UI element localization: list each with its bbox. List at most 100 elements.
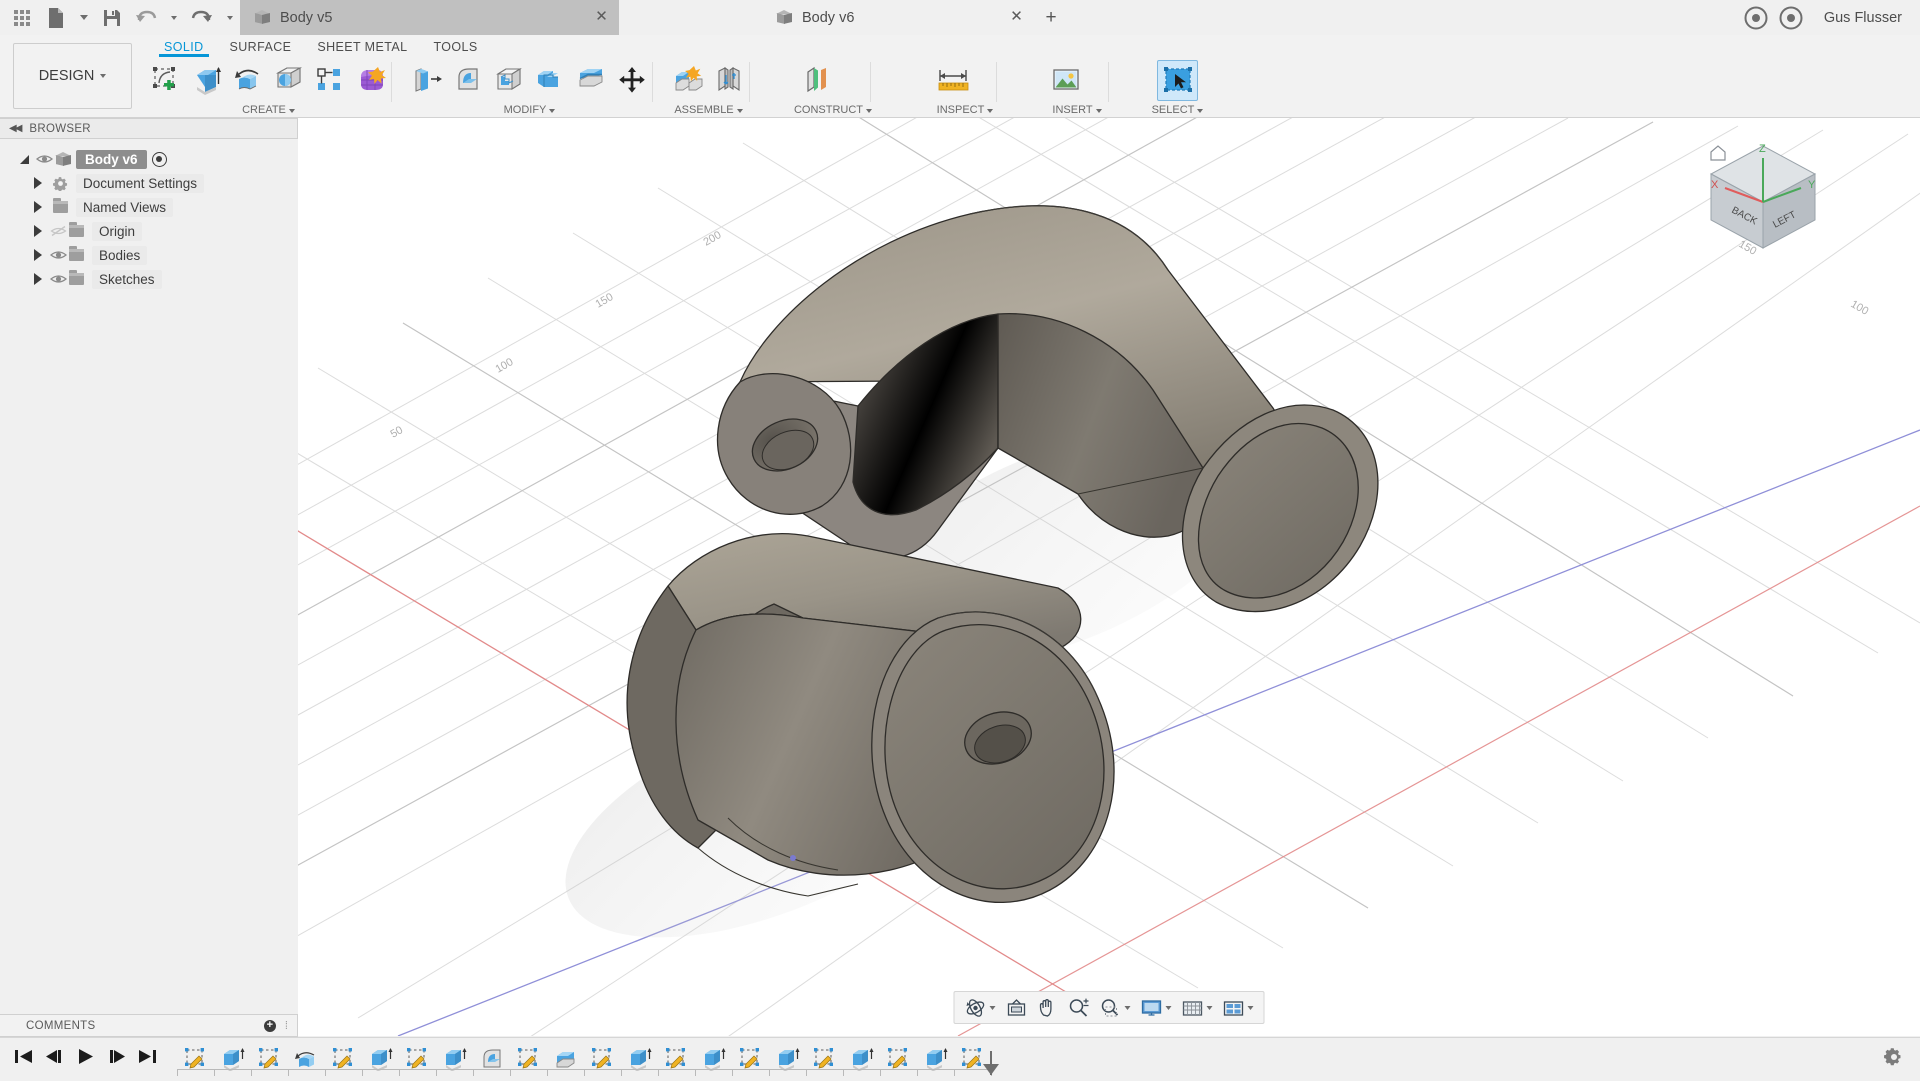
sphere-icon[interactable] (268, 60, 309, 101)
browser-header[interactable]: ◀◀ BROWSER (0, 118, 298, 139)
tab-tools[interactable]: TOOLS (420, 40, 490, 57)
expand-triangle-icon[interactable] (28, 273, 48, 285)
tree-item-bodies[interactable]: Bodies (0, 243, 298, 267)
pattern-icon[interactable] (309, 60, 350, 101)
extensions-icon[interactable] (1740, 2, 1772, 33)
extrude-icon[interactable] (186, 60, 227, 101)
insert-image-icon[interactable] (1045, 60, 1086, 101)
activate-component-radio[interactable] (152, 152, 167, 167)
visibility-eye-off-icon[interactable] (48, 225, 69, 237)
tab-solid[interactable]: SOLID (151, 40, 217, 57)
visibility-eye-icon[interactable] (48, 273, 69, 285)
timeline-tick (769, 1070, 770, 1076)
double-left-arrow-icon[interactable]: ◀◀ (9, 123, 20, 134)
expand-triangle-icon[interactable] (28, 177, 48, 189)
timeline-track[interactable] (177, 1069, 991, 1076)
redo-icon[interactable] (186, 2, 218, 33)
panel-divider (652, 62, 653, 102)
user-name-label[interactable]: Gus Flusser (1824, 10, 1902, 26)
close-icon[interactable]: ✕ (595, 11, 608, 24)
chevron-down-icon (100, 74, 106, 78)
document-tab-body-v5[interactable]: Body v5 ✕ (240, 0, 619, 35)
press-pull-icon[interactable] (406, 60, 447, 101)
visibility-eye-icon[interactable] (34, 153, 55, 165)
panel-label-inspect[interactable]: INSPECT (909, 103, 1021, 118)
grid-snaps-icon[interactable] (1178, 993, 1217, 1022)
revolve-icon[interactable] (227, 60, 268, 101)
plus-circle-icon[interactable]: + (264, 1020, 276, 1032)
panel-label-construct[interactable]: CONSTRUCT (757, 103, 909, 118)
undo-dropdown-caret-icon[interactable] (164, 2, 184, 33)
chevron-down-icon (1207, 1006, 1213, 1010)
tree-item-origin[interactable]: Origin (0, 219, 298, 243)
panel-label-select[interactable]: SELECT (1133, 103, 1222, 118)
step-back-icon[interactable] (45, 1048, 64, 1070)
tree-item-body-v6[interactable]: Body v6 (0, 147, 298, 171)
tree-item-named-views[interactable]: Named Views (0, 195, 298, 219)
viewport-canvas[interactable]: 200 150 100 50 0 150 100 50 0 (298, 118, 1920, 1036)
visibility-eye-icon[interactable] (48, 249, 69, 261)
play-icon[interactable] (76, 1048, 95, 1070)
orbit-icon[interactable] (961, 993, 1000, 1022)
chevron-down-icon (1197, 109, 1203, 113)
save-icon[interactable] (96, 2, 128, 33)
zoom-window-icon[interactable] (1096, 993, 1135, 1022)
panel-label-modify[interactable]: MODIFY (399, 103, 660, 118)
tree-item-document-settings[interactable]: Document Settings (0, 171, 298, 195)
go-to-end-icon[interactable] (138, 1048, 157, 1070)
create-sketch-icon[interactable] (145, 60, 186, 101)
form-icon[interactable] (350, 60, 391, 101)
app-grid-icon[interactable] (6, 2, 38, 33)
timeline-playhead[interactable] (983, 1064, 999, 1075)
measure-icon[interactable] (933, 60, 974, 101)
file-dropdown-caret-icon[interactable] (74, 2, 94, 33)
tree-item-label: Named Views (76, 198, 173, 217)
resize-grip-icon[interactable]: ⁞ (282, 1020, 291, 1032)
expand-triangle-icon[interactable] (28, 249, 48, 261)
timeline-tick (510, 1070, 511, 1076)
offset-face-icon[interactable] (570, 60, 611, 101)
folder-icon (69, 273, 84, 285)
undo-icon[interactable] (130, 2, 162, 33)
chevron-down-icon (737, 109, 743, 113)
workspace-switcher[interactable]: DESIGN (13, 43, 132, 109)
tree-item-label: Bodies (92, 246, 147, 265)
select-icon[interactable] (1157, 60, 1198, 101)
offset-plane-icon[interactable] (795, 60, 836, 101)
zoom-icon[interactable] (1064, 993, 1094, 1022)
move-copy-icon[interactable] (611, 60, 652, 101)
document-tab-body-v6[interactable]: Body v6 ✕ (619, 0, 1034, 35)
viewports-icon[interactable] (1219, 993, 1258, 1022)
shell-icon[interactable] (488, 60, 529, 101)
pan-icon[interactable] (1034, 993, 1062, 1022)
tree-item-sketches[interactable]: Sketches (0, 267, 298, 291)
timeline-settings-gear-icon[interactable] (1884, 1047, 1920, 1072)
timeline-tick (621, 1070, 622, 1076)
panel-label-assemble[interactable]: ASSEMBLE (660, 103, 757, 118)
new-component-icon[interactable] (667, 60, 708, 101)
combine-icon[interactable] (529, 60, 570, 101)
go-to-beginning-icon[interactable] (14, 1048, 33, 1070)
panel-label-create[interactable]: CREATE (138, 103, 399, 118)
browser-panel: ◀◀ BROWSER Body v6 Document Settings (0, 118, 298, 291)
look-at-icon[interactable] (1002, 993, 1032, 1022)
comments-panel[interactable]: COMMENTS + ⁞ (0, 1014, 298, 1037)
fillet-icon[interactable] (447, 60, 488, 101)
help-icon[interactable] (1775, 2, 1807, 33)
close-icon[interactable]: ✕ (1010, 11, 1023, 24)
panel-insert: INSERT (1021, 57, 1133, 118)
expand-triangle-icon[interactable] (28, 201, 48, 213)
redo-dropdown-caret-icon[interactable] (220, 2, 240, 33)
joint-icon[interactable] (708, 60, 749, 101)
step-forward-icon[interactable] (107, 1048, 126, 1070)
tab-sheet-metal[interactable]: SHEET METAL (304, 40, 420, 57)
panel-label-insert[interactable]: INSERT (1021, 103, 1133, 118)
expand-triangle-icon[interactable] (28, 225, 48, 237)
display-settings-icon[interactable] (1137, 993, 1176, 1022)
origin-point (790, 855, 796, 861)
tab-surface[interactable]: SURFACE (217, 40, 305, 57)
titlebar-right-group: Gus Flusser (1740, 0, 1920, 35)
expand-triangle-icon[interactable] (14, 155, 34, 164)
file-icon[interactable] (40, 2, 72, 33)
new-tab-plus-icon[interactable]: + (1034, 0, 1068, 35)
